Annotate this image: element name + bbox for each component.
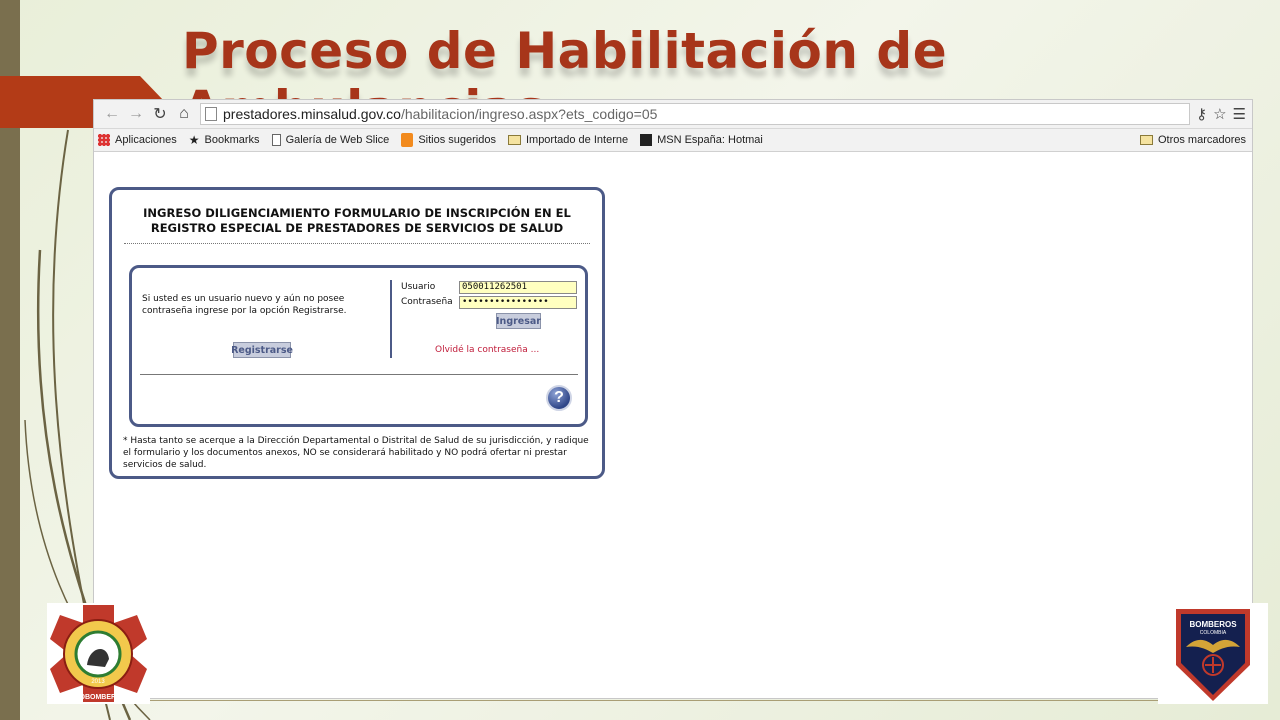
password-input[interactable]: •••••••••••••••• xyxy=(459,296,577,309)
url-host: prestadores.minsalud.gov.co xyxy=(223,106,401,122)
svg-text:COLOMBIA: COLOMBIA xyxy=(1200,630,1227,636)
horizontal-divider xyxy=(140,374,578,375)
user-label: Usuario xyxy=(401,282,436,292)
star-icon: ★ xyxy=(188,133,200,147)
apps-grid-icon xyxy=(98,134,110,146)
forward-arrow-icon[interactable]: → xyxy=(124,102,148,126)
new-user-text: Si usted es un usuario nuevo y aún no po… xyxy=(142,294,347,316)
browser-toolbar: ← → ↻ ⌂ prestadores.minsalud.gov.co /hab… xyxy=(94,100,1252,129)
bottom-rule xyxy=(150,700,1158,701)
folder-icon xyxy=(1139,135,1153,145)
reload-icon[interactable]: ↻ xyxy=(148,102,172,126)
login-button[interactable]: Ingresar xyxy=(496,313,541,329)
page-icon xyxy=(271,134,281,146)
other-bookmarks[interactable]: Otros marcadores xyxy=(1139,134,1246,146)
bomberos-colombia-logo: BOMBEROS COLOMBIA xyxy=(1158,603,1268,704)
asobomberos-logo: 2013 ASOBOMBEROS xyxy=(47,603,150,704)
folder-icon xyxy=(507,135,521,145)
register-button[interactable]: Registrarse xyxy=(231,342,293,358)
forgot-password-link[interactable]: Olvidé la contraseña ... xyxy=(435,345,539,355)
dotted-divider xyxy=(124,243,590,244)
help-icon[interactable]: ? xyxy=(546,385,572,411)
suggested-sites-icon xyxy=(401,133,414,147)
disclaimer-note: * Hasta tanto se acerque a la Dirección … xyxy=(123,436,589,470)
bookmarks-bar: Aplicaciones ★ Bookmarks Galería de Web S… xyxy=(94,129,1252,152)
msn-icon xyxy=(640,134,653,146)
home-icon[interactable]: ⌂ xyxy=(172,102,196,126)
svg-text:BOMBEROS: BOMBEROS xyxy=(1189,620,1237,629)
bookmark-star-icon[interactable]: ☆ xyxy=(1213,105,1226,123)
panel-title: INGRESO DILIGENCIAMIENTO FORMULARIO DE I… xyxy=(143,206,571,235)
vertical-divider xyxy=(390,280,392,358)
url-path: /habilitacion/ingreso.aspx?ets_codigo=05 xyxy=(400,106,658,122)
page-icon xyxy=(205,107,217,121)
back-arrow-icon[interactable]: ← xyxy=(100,102,124,126)
user-input[interactable]: 050011262501 xyxy=(459,281,577,294)
bookmark-suggested-sites[interactable]: Sitios sugeridos xyxy=(401,133,496,147)
menu-icon[interactable]: ☰ xyxy=(1233,105,1246,123)
browser-window: ← → ↻ ⌂ prestadores.minsalud.gov.co /hab… xyxy=(93,99,1253,699)
address-bar[interactable]: prestadores.minsalud.gov.co /habilitacio… xyxy=(200,103,1191,125)
bookmark-imported[interactable]: Importado de Interne xyxy=(507,134,628,146)
key-icon[interactable]: ⚷ xyxy=(1196,105,1207,123)
registration-panel: INGRESO DILIGENCIAMIENTO FORMULARIO DE I… xyxy=(109,187,605,479)
bookmark-bookmarks[interactable]: ★ Bookmarks xyxy=(189,133,260,147)
bookmark-web-slice[interactable]: Galería de Web Slice xyxy=(271,134,389,146)
bookmark-apps[interactable]: Aplicaciones xyxy=(98,134,177,146)
bookmark-msn[interactable]: MSN España: Hotmai xyxy=(640,134,763,146)
password-label: Contraseña xyxy=(401,297,453,307)
svg-text:ASOBOMBEROS: ASOBOMBEROS xyxy=(70,694,127,701)
login-box: Si usted es un usuario nuevo y aún no po… xyxy=(129,265,588,427)
svg-text:2013: 2013 xyxy=(91,679,105,685)
